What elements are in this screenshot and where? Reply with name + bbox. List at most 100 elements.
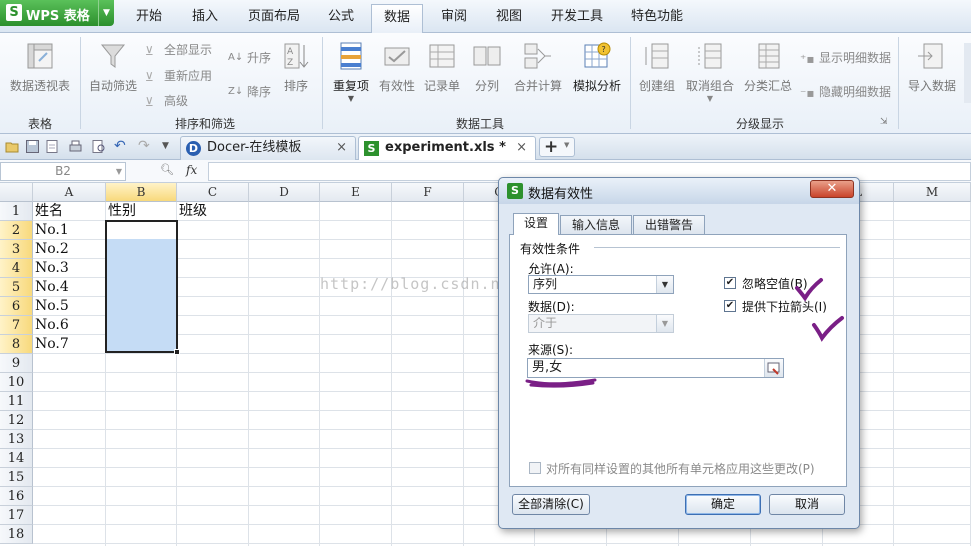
show-detail-button[interactable]: ⁺▪ 显示明细数据 [800,49,891,66]
wps-app-button[interactable]: S WPS 表格 ▼ [0,0,114,26]
close-icon[interactable]: × [516,137,527,159]
autofilter-button[interactable]: 自动筛选 [86,39,140,94]
hide-detail-button[interactable]: ⁻▪ 隐藏明细数据 [800,83,891,100]
row-header-5[interactable]: 5 [0,278,33,297]
dialog-close-button[interactable]: ✕ [810,180,854,198]
select-all-corner[interactable] [0,183,33,202]
ungroup-button[interactable]: 取消组合 ▼ [682,39,738,103]
sort-ascending-button[interactable]: A↓ 升序 [228,49,271,66]
row-header-17[interactable]: 17 [0,506,33,525]
tab-review[interactable]: 审阅 [431,6,477,30]
row-header-2[interactable]: 2 [0,221,33,240]
dialog-launcher-icon[interactable]: ⇲ [880,117,888,127]
allow-select[interactable]: 序列 ▼ [528,275,674,294]
apply-all-checkbox[interactable] [529,462,541,474]
open-icon[interactable] [5,139,20,154]
row-header-10[interactable]: 10 [0,373,33,392]
validity-button[interactable]: 有效性 [376,39,418,94]
tab-special[interactable]: 特色功能 [621,6,693,30]
tab-formulas[interactable]: 公式 [318,6,364,30]
record-form-button[interactable]: 记录单 [420,39,464,94]
range-select-button[interactable] [764,359,783,377]
active-cell[interactable] [107,222,176,239]
data-select[interactable]: 介于 ▼ [528,314,674,333]
chevron-down-icon[interactable]: ▼ [564,141,569,149]
column-header-a[interactable]: A [33,183,106,202]
dialog-tab-settings[interactable]: 设置 [513,213,559,235]
cell-a1[interactable]: 姓名 [33,202,63,221]
column-header-m[interactable]: M [894,183,971,202]
subtotal-button[interactable]: 分类汇总 [740,39,796,94]
undo-icon[interactable]: ↶ [114,139,129,154]
pivot-table-button[interactable]: 数据透视表 [4,39,76,94]
dialog-tab-input-message[interactable]: 输入信息 [560,215,632,234]
dialog-title-bar[interactable]: S 数据有效性 ✕ [499,178,859,204]
cell-a5[interactable]: No.4 [33,278,69,297]
tab-data[interactable]: 数据 [371,4,423,34]
row-header-4[interactable]: 4 [0,259,33,278]
doc-tab-docer[interactable]: D Docer-在线模板 × [180,136,356,160]
column-header-b[interactable]: B [106,183,177,202]
save-icon[interactable] [25,139,40,154]
chevron-down-icon[interactable]: ▼ [656,276,673,293]
close-icon[interactable]: × [336,137,347,159]
selected-range[interactable] [105,220,180,355]
consolidate-button[interactable]: 合并计算 [510,39,566,94]
row-header-6[interactable]: 6 [0,297,33,316]
cell-b1[interactable]: 性别 [106,202,136,221]
cell-a6[interactable]: No.5 [33,297,69,316]
ungroup-dropdown-icon[interactable]: ▼ [682,94,738,103]
row-header-12[interactable]: 12 [0,411,33,430]
cell-a4[interactable]: No.3 [33,259,69,278]
tab-developer[interactable]: 开发工具 [541,6,613,30]
print-preview-icon[interactable] [91,139,106,154]
tab-home[interactable]: 开始 [125,6,173,30]
chevron-down-icon[interactable]: ▼ [656,315,673,332]
tab-insert[interactable]: 插入 [181,6,229,30]
split-column-button[interactable]: 分列 [468,39,506,94]
column-header-e[interactable]: E [320,183,392,202]
sort-descending-button[interactable]: Z↓ 降序 [228,83,271,100]
quick-access-dropdown-icon[interactable]: ▼ [162,139,177,154]
function-icon[interactable]: fx [186,163,197,177]
cancel-button[interactable]: 取消 [769,494,845,515]
fill-handle[interactable] [174,349,180,355]
create-group-button[interactable]: 创建组 [634,39,680,94]
cell-a8[interactable]: No.7 [33,335,69,354]
duplicates-button[interactable]: 重复项 ▼ [328,39,374,103]
dialog-tab-error-alert[interactable]: 出错警告 [633,215,705,234]
print-icon[interactable] [68,139,83,154]
row-header-14[interactable]: 14 [0,449,33,468]
row-header-3[interactable]: 3 [0,240,33,259]
chevron-down-icon[interactable]: ▼ [98,0,114,26]
ignore-blank-checkbox[interactable]: ✔ [724,277,736,289]
dropdown-arrow-checkbox[interactable]: ✔ [724,300,736,312]
cell-a7[interactable]: No.6 [33,316,69,335]
row-header-1[interactable]: 1 [0,202,33,221]
import-data-button[interactable]: 导入数据 [904,39,960,94]
zoom-icon[interactable]: 🔍︎ [160,163,174,176]
show-all-button[interactable]: ⊻ 全部显示 [145,41,212,58]
row-header-13[interactable]: 13 [0,430,33,449]
row-header-9[interactable]: 9 [0,354,33,373]
chevron-down-icon[interactable]: ▼ [116,163,122,180]
column-header-c[interactable]: C [177,183,249,202]
row-header-16[interactable]: 16 [0,487,33,506]
row-header-15[interactable]: 15 [0,468,33,487]
column-header-f[interactable]: F [392,183,464,202]
new-tab-button[interactable]: + ▼ [539,137,575,157]
ok-button[interactable]: 确定 [685,494,761,515]
sort-button[interactable]: AZ 排序 [278,39,314,94]
advanced-filter-button[interactable]: ⊻ 高级 [145,92,188,109]
column-header-d[interactable]: D [249,183,320,202]
cell-c1[interactable]: 班级 [177,202,207,221]
clear-all-button[interactable]: 全部清除(C) [512,494,590,515]
name-box[interactable]: B2 ▼ [0,162,126,181]
export-icon[interactable] [45,139,60,154]
duplicates-dropdown-icon[interactable]: ▼ [328,94,374,103]
row-header-7[interactable]: 7 [0,316,33,335]
doc-tab-experiment[interactable]: S experiment.xls * × [358,136,536,160]
row-header-18[interactable]: 18 [0,525,33,544]
redo-icon[interactable]: ↷ [138,139,153,154]
cell-a3[interactable]: No.2 [33,240,69,259]
